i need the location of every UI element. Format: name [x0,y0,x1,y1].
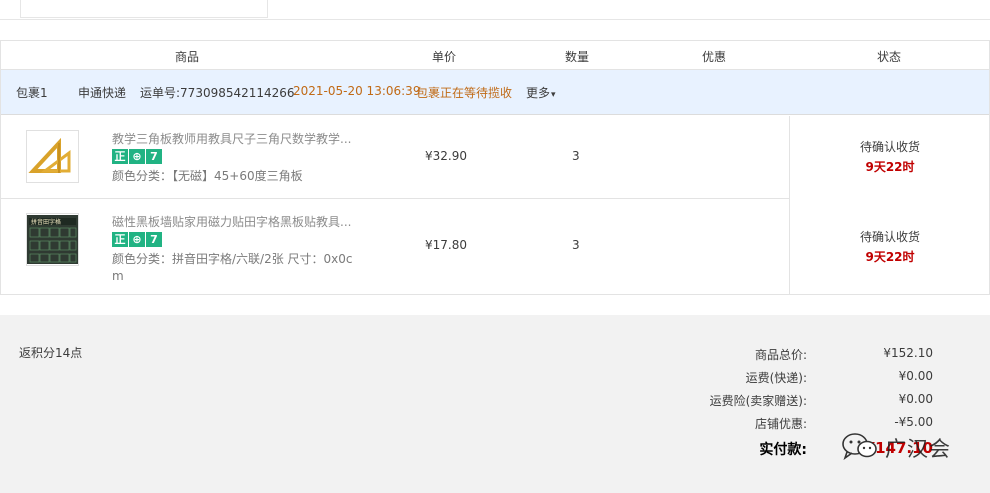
item-status: 待确认收货 9天22时 [790,228,990,265]
sku-label: 颜色分类： [112,252,173,266]
seven-day-return-tag-icon: 7 [146,149,162,164]
summary-row: 商品总价: ¥152.10 [0,346,990,366]
status-text: 待确认收货 [859,140,920,154]
order-summary: 返积分14点 商品总价: ¥152.10 运费(快递): ¥0.00 运费险(卖… [0,315,990,493]
summary-value: ¥0.00 [898,369,933,383]
seven-day-return-tag-icon: 7 [146,232,162,247]
sku-label: 颜色分类： [112,169,173,183]
table-row: 拼音田字格 磁性黑板墙贴家用磁力贴田字格黑板贴教具... 正 ⊕ 7 颜色分类：拼音… [1,199,789,294]
unit-price: ¥17.80 [425,238,467,252]
summary-label: 商品总价: [754,348,807,362]
genuine-tag-icon: 正 [112,232,128,247]
blackboard-icon: 拼音田字格 [27,214,78,265]
summary-label: 运费(快递): [745,371,807,385]
header-product: 商品 [175,50,200,64]
service-tags: 正 ⊕ 7 [112,232,163,248]
protection-tag-icon: ⊕ [129,149,145,164]
header-status: 状态 [877,50,902,64]
quantity: 3 [572,149,580,163]
header-discount: 优惠 [702,50,727,64]
watermark-text: 广汉会 [885,437,951,461]
package-name: 包裹1 [16,86,48,100]
header-quantity: 数量 [565,50,590,64]
package-bar: 包裹1 申通快递 运单号:773098542114266 2021-05-20 … [1,70,989,115]
order-table: 商品 单价 数量 优惠 状态 包裹1 申通快递 运单号:773098542114… [0,40,990,295]
countdown-text: 9天22时 [865,160,915,174]
item-status: 待确认收货 9天22时 [790,138,990,175]
summary-value: ¥0.00 [898,392,933,406]
package-carrier: 申通快递 [78,86,127,100]
package-more-button[interactable]: 更多▾ [526,84,556,101]
product-image-triangle-ruler[interactable] [26,130,79,183]
sku-value: 【无磁】45+60度三角板 [172,169,303,183]
wechat-icon [842,433,877,460]
sku-info: 颜色分类：拼音田字格/六联/2张 尺寸：0x0cm [112,251,357,285]
sku-info: 颜色分类：【无磁】45+60度三角板 [112,168,357,185]
summary-label: 店铺优惠: [754,417,807,431]
product-title-link[interactable]: 教学三角板教师用教具尺子三角尺数学教学... [112,130,357,147]
genuine-tag-icon: 正 [112,149,128,164]
more-label: 更多 [526,86,551,100]
protection-tag-icon: ⊕ [129,232,145,247]
summary-row: 运费(快递): ¥0.00 [0,369,990,389]
status-text: 待确认收货 [859,230,920,244]
table-header-row: 商品 单价 数量 优惠 状态 [1,41,989,70]
unit-price: ¥32.90 [425,149,467,163]
package-tracking: 运单号:773098542114266 [140,86,295,100]
triangle-ruler-icon [27,131,78,182]
product-title-link[interactable]: 磁性黑板墙贴家用磁力贴田字格黑板贴教具... [112,213,357,230]
summary-row: 运费险(卖家赠送): ¥0.00 [0,392,990,412]
package-status: 包裹正在等待揽收 [416,86,513,100]
chevron-down-icon: ▾ [551,90,556,100]
status-cell: 待确认收货 9天22时 待确认收货 9天22时 [789,116,989,294]
quantity: 3 [572,238,580,252]
top-tab-box [20,0,268,18]
service-tags: 正 ⊕ 7 [112,149,163,165]
total-label: 实付款: [759,442,807,458]
svg-text:拼音田字格: 拼音田字格 [31,218,61,226]
summary-value: -¥5.00 [894,415,933,429]
header-unit-price: 单价 [432,50,457,64]
countdown-text: 9天22时 [865,250,915,264]
product-image-blackboard[interactable]: 拼音田字格 [26,213,79,266]
package-time: 2021-05-20 13:06:39 [293,84,421,98]
table-row: 教学三角板教师用教具尺子三角尺数学教学... 正 ⊕ 7 颜色分类：【无磁】45+6… [1,116,789,199]
top-strip [0,0,990,20]
summary-value: ¥152.10 [883,346,933,360]
summary-label: 运费险(卖家赠送): [709,394,807,408]
